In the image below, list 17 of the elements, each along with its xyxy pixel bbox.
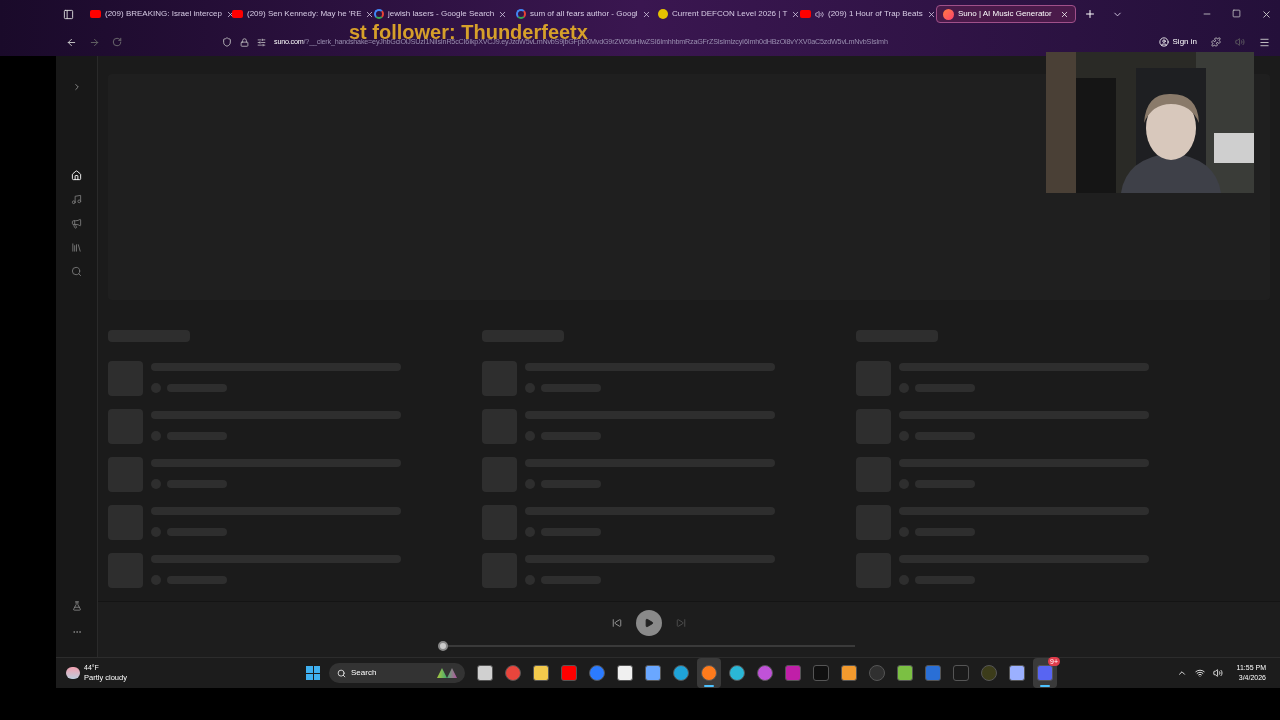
browser-tab[interactable]: jewish lasers - Google Search	[368, 5, 508, 23]
tab-title: (209) BREAKING: Israel intercep	[105, 8, 222, 20]
browser-tab[interactable]: sum of all fears author - Googl	[510, 5, 650, 23]
stream-overlay-text: st follower: Thunderfeetx	[349, 24, 588, 40]
search-field[interactable]: Search	[329, 663, 465, 683]
tab-title: jewish lasers - Google Search	[388, 8, 495, 20]
tab-title: Suno | AI Music Generator	[958, 8, 1052, 20]
browser-tab[interactable]: Current DEFCON Level 2026 | T	[652, 5, 792, 23]
browser-tab[interactable]: (209) Sen Kennedy: May he 'RE	[226, 5, 366, 23]
tab-title: Current DEFCON Level 2026 | T	[672, 8, 788, 20]
browser-tab[interactable]: (209) 1 Hour of Trap Beats	[794, 5, 934, 23]
tab-title: (209) 1 Hour of Trap Beats	[828, 8, 923, 20]
browser-tab[interactable]: (209) BREAKING: Israel intercep	[84, 5, 224, 23]
sign-in-button[interactable]: Sign in	[1158, 36, 1197, 48]
browser-tab[interactable]: Suno | AI Music Generator	[936, 5, 1076, 23]
tab-title: sum of all fears author - Googl	[530, 8, 638, 20]
tab-title: (209) Sen Kennedy: May he 'RE	[247, 8, 362, 20]
